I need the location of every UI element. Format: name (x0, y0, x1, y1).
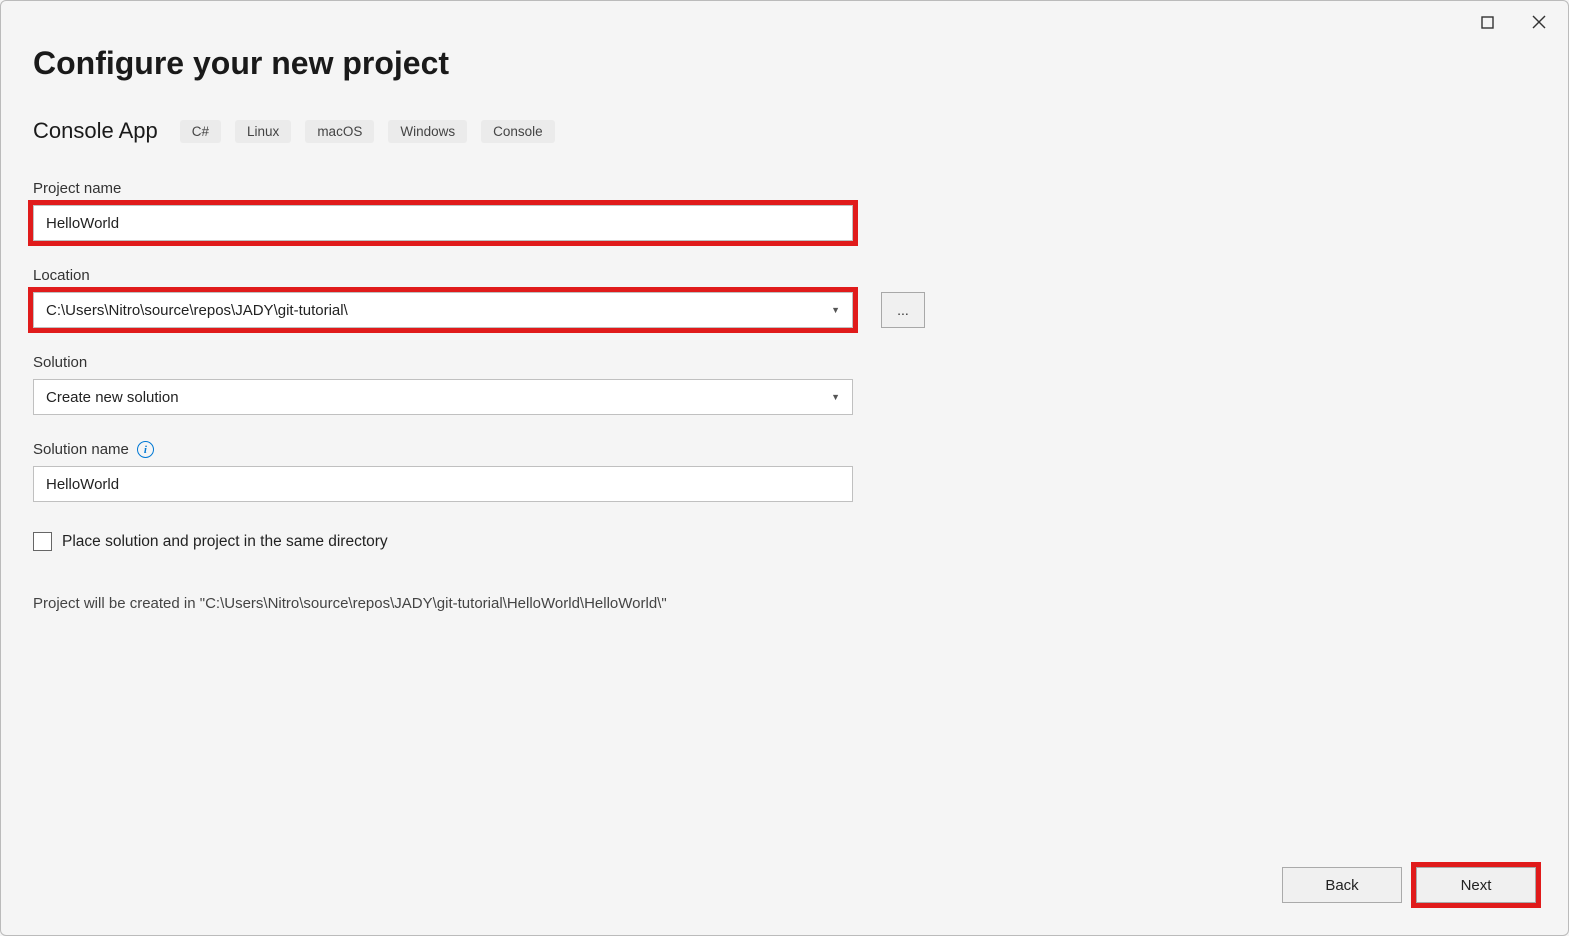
location-combo[interactable]: C:\Users\Nitro\source\repos\JADY\git-tut… (33, 292, 853, 328)
browse-button[interactable]: ... (881, 292, 925, 328)
creation-path-note: Project will be created in "C:\Users\Nit… (33, 595, 1536, 612)
solution-value: Create new solution (46, 389, 179, 406)
solution-combo[interactable]: Create new solution ▼ (33, 379, 853, 415)
back-button[interactable]: Back (1282, 867, 1402, 903)
tag-console: Console (481, 120, 555, 143)
location-value: C:\Users\Nitro\source\repos\JADY\git-tut… (46, 302, 348, 319)
project-name-label: Project name (33, 180, 1536, 197)
titlebar (1464, 7, 1562, 37)
chevron-down-icon: ▼ (831, 305, 840, 315)
browse-label: ... (897, 302, 909, 318)
page-title: Configure your new project (33, 45, 1536, 82)
tag-csharp: C# (180, 120, 221, 143)
template-name: Console App (33, 118, 158, 144)
location-group: Location C:\Users\Nitro\source\repos\JAD… (33, 267, 1536, 328)
same-directory-checkbox[interactable] (33, 532, 52, 551)
maximize-icon (1481, 16, 1494, 29)
location-label: Location (33, 267, 1536, 284)
chevron-down-icon: ▼ (831, 392, 840, 402)
template-row: Console App C# Linux macOS Windows Conso… (33, 118, 1536, 144)
close-icon (1532, 15, 1546, 29)
solution-name-input[interactable] (33, 466, 853, 502)
next-button[interactable]: Next (1416, 867, 1536, 903)
solution-group: Solution Create new solution ▼ (33, 354, 1536, 415)
same-directory-label: Place solution and project in the same d… (62, 533, 388, 551)
same-directory-row: Place solution and project in the same d… (33, 532, 1536, 551)
solution-name-label-row: Solution name i (33, 441, 1536, 458)
solution-label: Solution (33, 354, 1536, 371)
info-icon[interactable]: i (137, 441, 154, 458)
solution-name-label: Solution name (33, 441, 129, 458)
maximize-button[interactable] (1464, 7, 1510, 37)
tag-linux: Linux (235, 120, 291, 143)
tag-windows: Windows (388, 120, 467, 143)
next-label: Next (1461, 877, 1492, 894)
back-label: Back (1325, 877, 1358, 894)
close-button[interactable] (1516, 7, 1562, 37)
project-name-input[interactable] (33, 205, 853, 241)
dialog-window: Configure your new project Console App C… (0, 0, 1569, 936)
footer: Back Next (1282, 867, 1536, 903)
tag-macos: macOS (305, 120, 374, 143)
content-area: Configure your new project Console App C… (1, 1, 1568, 612)
solution-name-group: Solution name i (33, 441, 1536, 502)
project-name-group: Project name (33, 180, 1536, 241)
